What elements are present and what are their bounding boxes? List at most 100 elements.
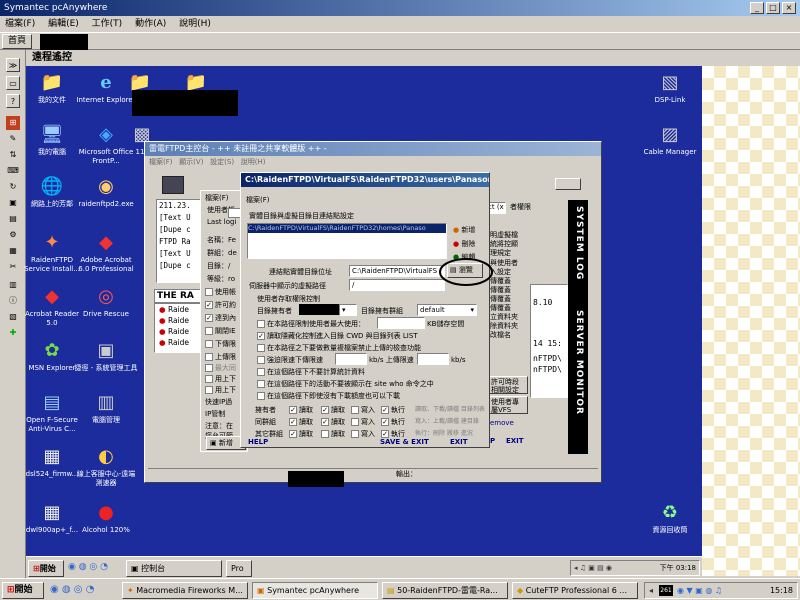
tray-icons[interactable]: ◂ ♫ ▣ ▤ ◉ xyxy=(571,561,612,575)
close-button[interactable]: × xyxy=(782,2,796,14)
quick-launch-icons[interactable]: ◉ ◍ ◎ ◔ xyxy=(68,561,128,575)
perm-write-checkbox[interactable]: ✓ 讀取 xyxy=(321,417,345,427)
perm-write-checkbox[interactable]: ✓ 讀取 xyxy=(321,405,345,415)
owner-dropdown[interactable]: ▾ xyxy=(339,304,357,316)
perm-read-checkbox[interactable]: ✓ 讀取 xyxy=(289,405,313,415)
help-link[interactable]: P xyxy=(490,436,495,446)
perm-write-checkbox[interactable]: 讀取 xyxy=(321,429,345,439)
desktop-icon[interactable]: ▧ DSP-Link xyxy=(638,72,702,105)
perm-write2-checkbox[interactable]: 寫入 xyxy=(351,429,375,439)
speed-limit-checkbox[interactable]: 強迫限速下傳限速 xyxy=(257,355,323,365)
remove-link[interactable]: emove xyxy=(490,418,514,428)
exit-button[interactable]: EXIT xyxy=(450,437,468,447)
monitor-icon[interactable]: ▧ xyxy=(6,310,20,324)
console-menu-settings[interactable]: 設定(S) xyxy=(210,158,234,166)
settings-icon[interactable]: ⚙ xyxy=(6,228,20,242)
mapping-list[interactable]: C:\RaidenFTPD\VirtualFS\RaidenFTPD32\hom… xyxy=(247,223,447,259)
desktop-icon[interactable]: ◆ Adobe Acrobat 6.0 Professional xyxy=(74,232,138,274)
menu-file[interactable]: 檔案(F) xyxy=(5,19,35,29)
remote-start-button[interactable]: ⊞開始 xyxy=(28,560,64,577)
tree-item[interactable]: ● Raide xyxy=(159,304,201,315)
menu-edit[interactable]: 編輯(E) xyxy=(48,19,79,29)
console-menu-help[interactable]: 說明(H) xyxy=(241,158,266,166)
mapping-list-item[interactable]: C:\RaidenFTPD\VirtualFS\RaidenFTPD32\hom… xyxy=(248,224,446,233)
option-checkbox[interactable]: 上傳限 xyxy=(205,352,236,362)
owner-group-dropdown[interactable]: default ▾ xyxy=(417,304,477,316)
tool-icon[interactable]: ✂ xyxy=(6,260,20,274)
desktop-icon[interactable]: ◈ Microsoft Office FrontP... xyxy=(74,124,138,166)
menu-tools[interactable]: 工作(T) xyxy=(92,19,123,29)
desktop-icon[interactable]: ♻ 資源回收筒 xyxy=(638,502,702,535)
grid-icon[interactable]: ▦ xyxy=(6,244,20,258)
option-checkbox[interactable]: 最大同 xyxy=(205,363,236,373)
option-checkbox[interactable]: ✓ 許可約 xyxy=(205,300,236,310)
task-cuteftp[interactable]: ◆ CuteFTP Professional 6 ... xyxy=(512,582,638,599)
tray-icons[interactable]: ◉ ▼ ▣ ◍ ♫ xyxy=(677,583,722,598)
help-icon[interactable]: ? xyxy=(6,94,20,108)
user-vfs-button[interactable]: 使用者專 屬VFS xyxy=(488,396,528,414)
perm-read-checkbox[interactable]: ✓ 讀取 xyxy=(289,417,313,427)
perm-exec-checkbox[interactable]: ✓ 執行 xyxy=(381,417,405,427)
info-icon[interactable]: ⓘ xyxy=(6,294,20,308)
option-checkbox[interactable]: 使用帳 xyxy=(205,287,236,297)
perm-read-checkbox[interactable]: ✓ 讀取 xyxy=(289,429,313,439)
hide-list-checkbox[interactable]: ✓ 讀取隱藏化控制進入目錄 CWD 與目錄列表 LIST xyxy=(257,331,418,341)
desktop-icon[interactable]: ● Alcohol 120% xyxy=(74,502,138,535)
option-checkbox[interactable]: 用上下 xyxy=(205,385,236,395)
perm-write2-checkbox[interactable]: 寫入 xyxy=(351,417,375,427)
option-checkbox[interactable]: 用上下 xyxy=(205,374,236,384)
tree-item[interactable]: ● Raide xyxy=(159,337,201,348)
remote-task-control-panel[interactable]: ▣ 控制台 xyxy=(126,560,222,577)
task-raidenftpd[interactable]: ▤ 50-RaidenFTPD-雷電-Ra... xyxy=(382,582,508,599)
remote-task-pro[interactable]: Pro xyxy=(226,560,252,577)
help-button[interactable]: HELP xyxy=(248,437,268,447)
perm-exec-checkbox[interactable]: ✓ 執行 xyxy=(381,405,405,415)
minimize-button[interactable]: _ xyxy=(750,2,764,14)
add-icon[interactable]: ✚ xyxy=(6,326,20,340)
monitor-icon[interactable] xyxy=(555,178,581,190)
start-button[interactable]: ⊞開始 xyxy=(2,582,44,599)
delete-mapping-button[interactable]: ● 刪除 xyxy=(453,239,475,249)
maximize-button[interactable]: □ xyxy=(766,2,780,14)
free-download-checkbox[interactable]: 在這個路徑下即使沒有下載額度也可以下載 xyxy=(257,391,400,401)
tree-item[interactable]: ● Raide xyxy=(159,315,201,326)
tab-home[interactable]: 首頁 xyxy=(2,34,33,49)
menu-action[interactable]: 動作(A) xyxy=(135,19,166,29)
quick-launch-icons[interactable]: ◉ ◍ ◎ ◔ xyxy=(50,583,120,597)
desktop-icon[interactable]: ◉ raidenftpd2.exe xyxy=(74,176,138,209)
refresh-icon[interactable]: ↻ xyxy=(6,180,20,194)
phys-path-field[interactable]: C:\RaidenFTPD\VirtualFS xyxy=(349,265,445,277)
transfer-icon[interactable]: ⇅ xyxy=(6,148,20,162)
panel-icon[interactable]: ▭ xyxy=(6,76,20,90)
dupe-check-checkbox[interactable]: 在本路徑之下要做數量複檔案禁止上傳的檢查功能 xyxy=(257,343,421,353)
download-limit-field[interactable] xyxy=(335,353,367,365)
tray-counter[interactable]: 261 xyxy=(659,585,673,596)
menu-help[interactable]: 說明(H) xyxy=(179,19,211,29)
exit-link[interactable]: EXIT xyxy=(506,436,524,446)
quota-field[interactable] xyxy=(377,317,425,329)
task-pcanywhere[interactable]: ▣ Symantec pcAnywhere xyxy=(252,582,378,599)
desktop-icon[interactable]: ▥ 電腦管理 xyxy=(74,392,138,425)
option-checkbox[interactable]: 下傳限 xyxy=(205,339,236,349)
console-menu-view[interactable]: 顯示(V) xyxy=(179,158,203,166)
console-menu-file[interactable]: 檔案(F) xyxy=(149,158,173,166)
task-fireworks[interactable]: ✦ Macromedia Fireworks M... xyxy=(122,582,248,599)
perm-write2-checkbox[interactable]: 寫入 xyxy=(351,405,375,415)
keyboard-icon[interactable]: ⌨ xyxy=(6,164,20,178)
view-icon[interactable]: ▤ xyxy=(6,212,20,226)
desktop-icon[interactable]: ◐ 線上客服中心-遠端測速器 xyxy=(74,446,138,488)
chat-icon[interactable]: ✎ xyxy=(6,132,20,146)
desktop-icon[interactable]: ◎ Drive Rescue xyxy=(74,286,138,319)
desktop-icon[interactable]: ▣ 捷徑 - 系統管理工具 xyxy=(74,340,138,373)
upload-limit-field[interactable] xyxy=(417,353,449,365)
time-rights-button[interactable]: 許可時段 相關設定 xyxy=(488,376,528,394)
hide-who-checkbox[interactable]: 在這個路徑下的活動不要被顯示在 site who 命令之中 xyxy=(257,379,434,389)
screen-icon[interactable]: ▣ xyxy=(6,196,20,210)
tray-icons[interactable]: ◂ xyxy=(649,583,653,598)
collapse-icon[interactable]: ≫ xyxy=(6,58,20,72)
tree-item[interactable]: ● Raide xyxy=(159,326,201,337)
session-icon[interactable]: ⊞ xyxy=(6,116,20,130)
no-stats-checkbox[interactable]: 在這個路徑下不要計算統計資料 xyxy=(257,367,365,377)
desktop-icon[interactable]: ▨ Cable Manager xyxy=(638,124,702,157)
vfs-menu-file[interactable]: 檔案(F) xyxy=(246,195,270,205)
